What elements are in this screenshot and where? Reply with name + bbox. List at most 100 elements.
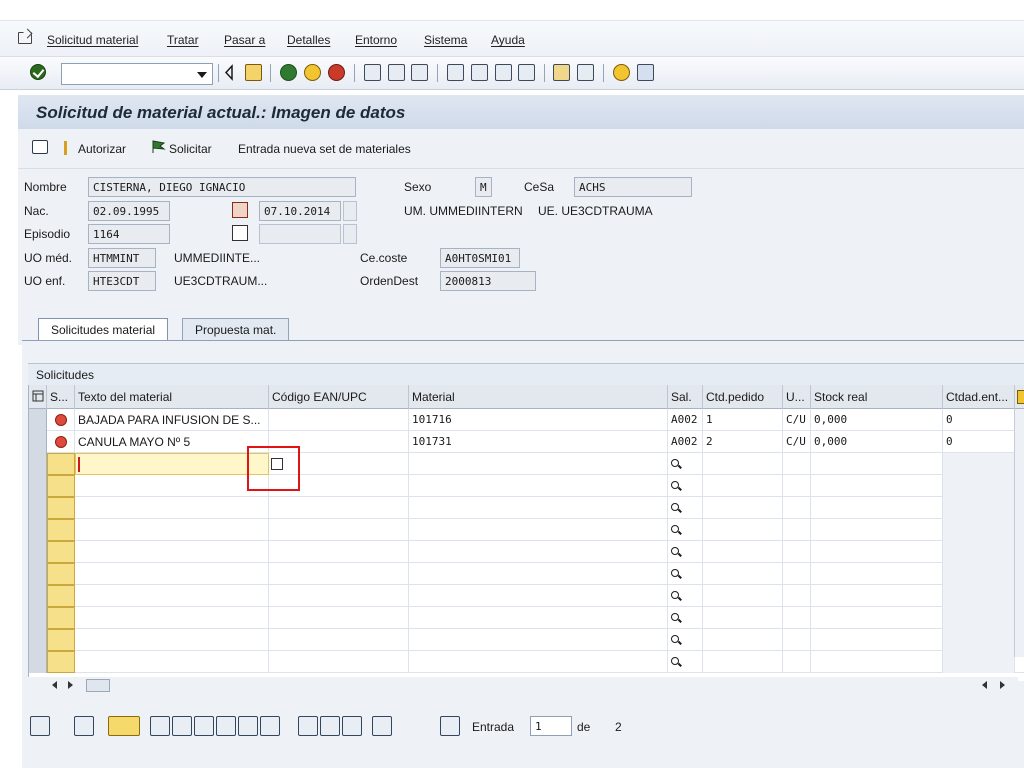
cell-sal[interactable] — [668, 585, 703, 607]
menu-detalles[interactable]: Detalles — [287, 33, 330, 47]
cell-ctdad-ent[interactable] — [943, 475, 1015, 497]
tab-propuesta-mat[interactable]: Propuesta mat. — [182, 318, 290, 340]
cell-ctd-pedido[interactable] — [703, 453, 783, 475]
previous-page-icon[interactable] — [471, 64, 488, 81]
table-row[interactable] — [29, 563, 1024, 585]
cell-ctd-pedido[interactable] — [703, 563, 783, 585]
column-header-ctd-pedido[interactable]: Ctd.pedido — [703, 385, 783, 409]
scroll-right-end-icon[interactable] — [1000, 681, 1005, 689]
cell-ctd-pedido[interactable] — [703, 475, 783, 497]
cell-sal[interactable]: A002 — [668, 409, 703, 431]
search-help-icon[interactable] — [671, 459, 679, 467]
grid-last-page-icon[interactable] — [372, 716, 392, 736]
cell-material[interactable] — [409, 475, 668, 497]
enter-check-icon[interactable] — [30, 64, 46, 80]
layout-settings-icon[interactable] — [637, 64, 654, 81]
print-icon[interactable] — [364, 64, 381, 81]
cell-material[interactable] — [409, 497, 668, 519]
cell-material[interactable] — [409, 453, 668, 475]
command-field[interactable] — [61, 63, 213, 85]
menu-tratar[interactable]: Tratar — [167, 33, 199, 47]
delete-row-icon[interactable] — [74, 716, 94, 736]
cell-stock-real[interactable] — [811, 519, 943, 541]
cell-unidad[interactable] — [783, 497, 811, 519]
status-cell[interactable] — [47, 607, 75, 629]
row-selector[interactable] — [29, 409, 47, 431]
cell-ean[interactable] — [269, 541, 409, 563]
column-header-stock-real[interactable]: Stock real — [811, 385, 943, 409]
search-help-icon[interactable] — [671, 525, 679, 533]
cell-unidad[interactable] — [783, 651, 811, 673]
find-next-icon[interactable] — [411, 64, 428, 81]
status-cell[interactable] — [47, 475, 75, 497]
cell-texto[interactable] — [75, 563, 269, 585]
menu-sistema[interactable]: Sistema — [424, 33, 467, 47]
cell-texto[interactable] — [75, 541, 269, 563]
search-help-icon[interactable] — [671, 569, 679, 577]
cell-ctd-pedido[interactable] — [703, 497, 783, 519]
tab-solicitudes-material[interactable]: Solicitudes material — [38, 318, 169, 340]
cell-sal[interactable] — [668, 607, 703, 629]
search-help-icon[interactable] — [671, 481, 679, 489]
cell-unidad[interactable]: C/U — [783, 409, 811, 431]
cell-unidad[interactable] — [783, 607, 811, 629]
cell-material[interactable] — [409, 585, 668, 607]
horizontal-scrollbar[interactable] — [22, 677, 1018, 695]
table-row[interactable] — [29, 475, 1024, 497]
status-cell[interactable] — [47, 585, 75, 607]
column-header-status[interactable]: S... — [47, 385, 75, 409]
cell-material[interactable]: 101731 — [409, 431, 668, 453]
new-material-set-button[interactable]: Entrada nueva set de materiales — [238, 142, 411, 156]
status-cell[interactable] — [47, 651, 75, 673]
cell-ctdad-ent[interactable] — [943, 629, 1015, 651]
cell-texto[interactable] — [75, 585, 269, 607]
column-header-sal[interactable]: Sal. — [668, 385, 703, 409]
export-icon[interactable] — [238, 716, 258, 736]
cell-ctdad-ent[interactable] — [943, 453, 1015, 475]
cell-ean[interactable] — [269, 585, 409, 607]
table-row[interactable] — [29, 519, 1024, 541]
grid-next-page-icon[interactable] — [342, 716, 362, 736]
grid-settings-icon[interactable] — [29, 385, 47, 409]
command-dropdown-icon[interactable] — [197, 72, 207, 78]
new-session-icon[interactable] — [553, 64, 570, 81]
row-selector[interactable] — [29, 453, 47, 475]
table-row[interactable] — [29, 541, 1024, 563]
search-help-icon[interactable] — [671, 591, 679, 599]
cell-stock-real[interactable] — [811, 629, 943, 651]
back-triangle-icon[interactable] — [224, 64, 234, 81]
cell-ctdad-ent[interactable] — [943, 585, 1015, 607]
menu-pasar-a[interactable]: Pasar a — [224, 33, 265, 47]
scroll-left-end-icon[interactable] — [982, 681, 987, 689]
scroll-left-icon[interactable] — [52, 681, 57, 689]
cell-sal[interactable] — [668, 629, 703, 651]
cell-ctdad-ent[interactable]: 0 — [943, 431, 1015, 453]
cell-texto[interactable] — [75, 519, 269, 541]
cell-stock-real[interactable] — [811, 585, 943, 607]
authorize-button[interactable]: Autorizar — [78, 142, 126, 156]
scroll-thumb[interactable] — [86, 679, 110, 692]
cell-ctd-pedido[interactable] — [703, 651, 783, 673]
row-selector[interactable] — [29, 497, 47, 519]
search-help-icon[interactable] — [671, 657, 679, 665]
cell-texto[interactable]: CANULA MAYO Nº 5 — [75, 431, 269, 453]
details-magnifier-icon[interactable] — [30, 716, 50, 736]
cell-unidad[interactable] — [783, 563, 811, 585]
last-page-icon[interactable] — [518, 64, 535, 81]
menu-exit-icon[interactable] — [18, 32, 32, 44]
row-selector[interactable] — [29, 585, 47, 607]
cell-stock-real[interactable]: 0,000 — [811, 431, 943, 453]
status-cell[interactable] — [47, 453, 75, 475]
exit-icon[interactable] — [304, 64, 321, 81]
row-selector[interactable] — [29, 475, 47, 497]
cell-unidad[interactable]: C/U — [783, 431, 811, 453]
cell-material[interactable] — [409, 519, 668, 541]
cell-ctd-pedido[interactable] — [703, 607, 783, 629]
cell-sal[interactable] — [668, 475, 703, 497]
cell-texto[interactable] — [75, 629, 269, 651]
print-list-icon[interactable] — [172, 716, 192, 736]
search-help-icon[interactable] — [671, 503, 679, 511]
cell-sal[interactable] — [668, 541, 703, 563]
cell-texto[interactable]: BAJADA PARA INFUSION DE S... — [75, 409, 269, 431]
table-row[interactable] — [29, 629, 1024, 651]
